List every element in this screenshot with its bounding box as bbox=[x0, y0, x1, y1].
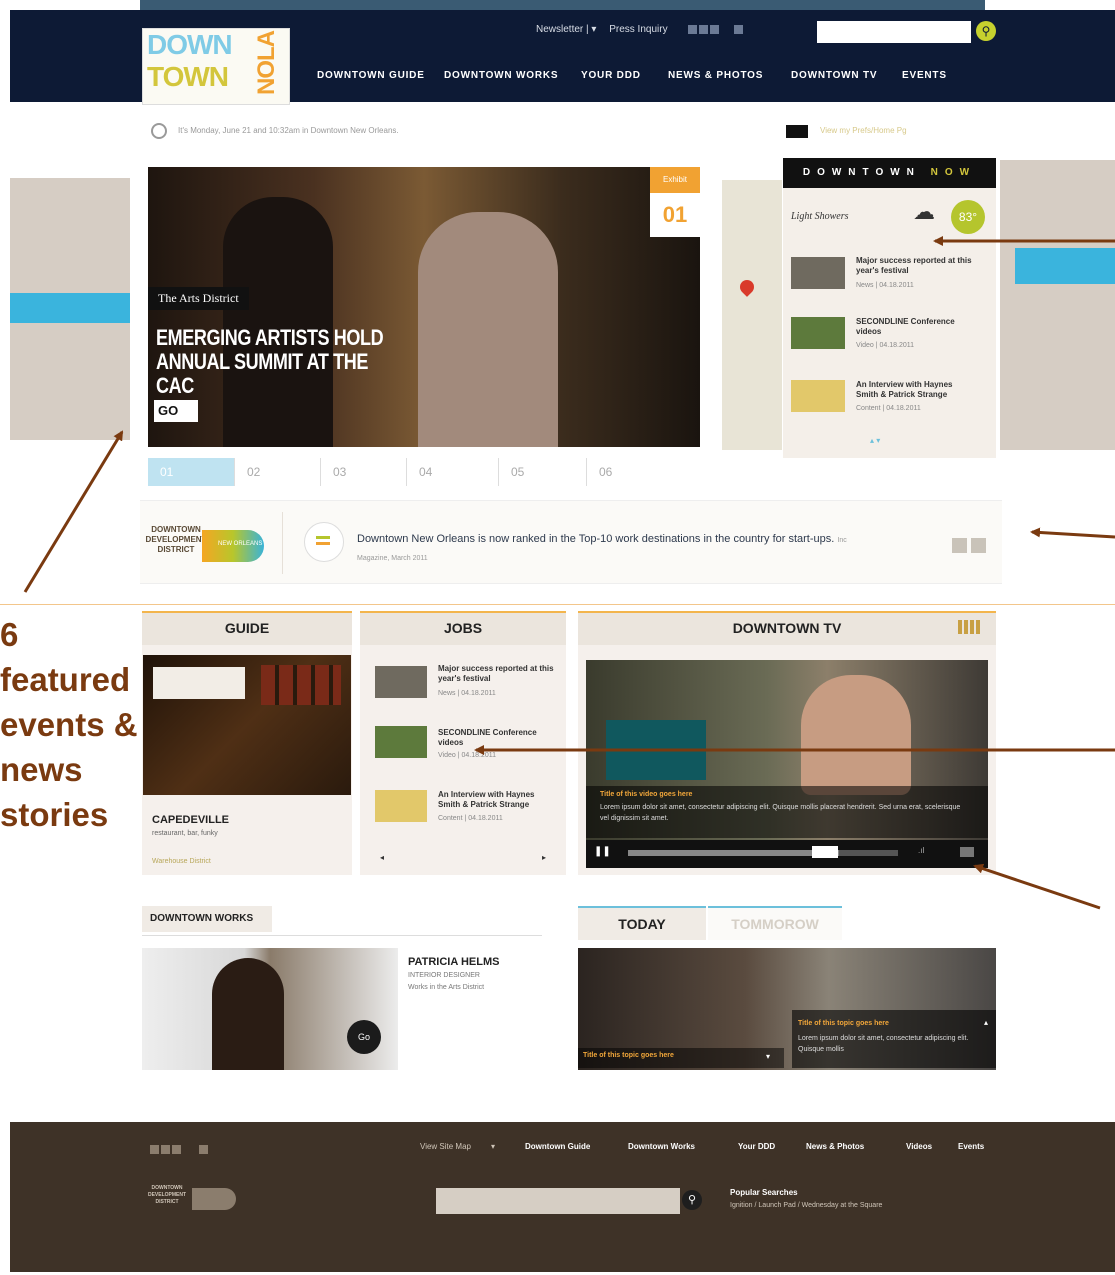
annotation-arrow bbox=[1030, 527, 1115, 539]
annotation-arrow bbox=[973, 863, 1101, 910]
annotation-arrows bbox=[23, 236, 1115, 910]
annotation-arrow bbox=[23, 430, 124, 593]
